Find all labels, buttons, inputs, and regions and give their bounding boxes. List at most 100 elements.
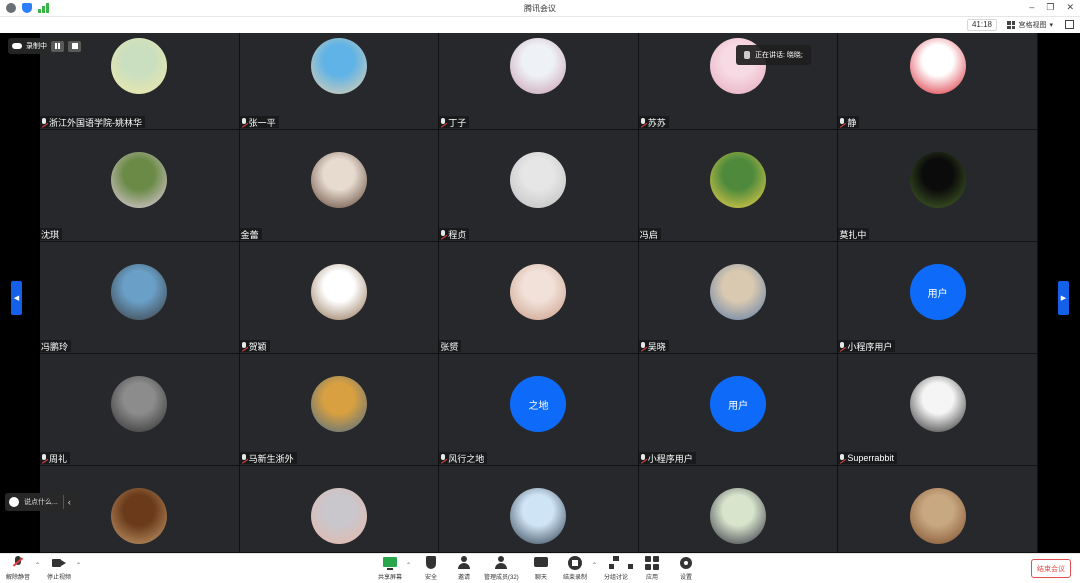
participant-name: 丁子 bbox=[448, 117, 467, 128]
participant-nameplate: Superrabbit bbox=[838, 452, 897, 464]
avatar bbox=[310, 488, 367, 544]
participant-tile[interactable]: 马新生浙外 bbox=[239, 354, 440, 466]
next-page-button[interactable]: ▶ bbox=[1058, 281, 1069, 315]
participant-tile[interactable]: 金蕾 bbox=[239, 130, 440, 242]
quick-chat-box[interactable]: 说点什么... ‹ bbox=[5, 493, 79, 511]
chat-button[interactable]: 聊天 bbox=[534, 556, 548, 581]
apps-button[interactable]: 应用 bbox=[645, 556, 659, 581]
avatar bbox=[111, 264, 168, 320]
microphone-muted-icon bbox=[440, 117, 447, 127]
participant-tile[interactable]: 沈琪 bbox=[40, 130, 240, 242]
participant-tile[interactable]: 静 bbox=[838, 33, 1038, 130]
avatar bbox=[909, 376, 966, 432]
restore-icon[interactable]: ❐ bbox=[1046, 2, 1054, 13]
avatar-text: 用户 bbox=[710, 376, 767, 432]
participant-tile[interactable] bbox=[239, 466, 440, 553]
breakout-icon bbox=[609, 556, 633, 570]
fullscreen-icon[interactable] bbox=[1065, 20, 1074, 29]
security-button[interactable]: 安全 bbox=[424, 556, 438, 581]
share-screen-button[interactable]: 共享屏幕 bbox=[378, 556, 402, 581]
microphone-icon bbox=[744, 51, 750, 59]
chevron-right-icon: ▶ bbox=[1060, 295, 1067, 302]
participant-nameplate: 张赟 bbox=[439, 340, 462, 352]
chevron-down-icon: ▾ bbox=[1049, 22, 1053, 29]
participant-tile[interactable]: 莫扎中 bbox=[838, 130, 1038, 242]
participant-tile[interactable]: 贺颖 bbox=[239, 242, 440, 354]
participant-tile[interactable]: 用户 小程序用户 bbox=[838, 242, 1038, 354]
microphone-muted-icon bbox=[241, 117, 248, 127]
end-meeting-button[interactable]: 结束会议 bbox=[1031, 559, 1071, 578]
participant-name: 沈琪 bbox=[41, 229, 60, 240]
participant-tile[interactable]: 张一平 bbox=[239, 33, 440, 130]
view-mode-label: 宫格视图 bbox=[1018, 22, 1047, 29]
breakout-rooms-button[interactable]: 分组讨论 bbox=[604, 556, 633, 581]
gear-icon bbox=[679, 556, 693, 570]
avatar bbox=[710, 264, 767, 320]
chat-label: 聊天 bbox=[534, 575, 547, 581]
participant-tile[interactable] bbox=[638, 466, 839, 553]
participant-nameplate: 沈琪 bbox=[40, 228, 63, 240]
members-icon bbox=[494, 556, 508, 570]
pause-recording-button[interactable] bbox=[51, 40, 64, 52]
recording-label: 录制中 bbox=[26, 43, 47, 50]
avatar bbox=[909, 488, 966, 544]
invite-button[interactable]: 邀请 bbox=[457, 556, 471, 581]
participant-tile[interactable]: 用户小程序用户 bbox=[638, 354, 839, 466]
participant-tile[interactable]: 丁子 bbox=[439, 33, 639, 130]
participant-name: 贺颖 bbox=[248, 341, 267, 352]
participant-name: 吴晓 bbox=[647, 341, 666, 352]
emoji-icon[interactable] bbox=[9, 497, 19, 507]
participant-tile[interactable]: Superrabbit bbox=[838, 354, 1038, 466]
share-options-caret[interactable]: ⌃ bbox=[406, 562, 411, 569]
stop-recording-button[interactable] bbox=[68, 40, 81, 52]
video-stage: 浙江外国语学院-姚林华 张一平 丁子 苏苏静沈琪 金蕾 程贞 冯启 莫扎中 冯鹏玲 贺颖 张赟 吴晓用… bbox=[0, 33, 1080, 553]
collapse-chat-button[interactable]: ‹ bbox=[62, 495, 75, 509]
participant-name: 张一平 bbox=[248, 117, 276, 128]
participant-tile[interactable] bbox=[838, 466, 1038, 553]
avatar bbox=[909, 152, 966, 208]
audio-options-caret[interactable]: ⌃ bbox=[35, 562, 40, 569]
title-bar: 腾讯会议 – ❐ ✕ bbox=[0, 0, 1080, 17]
apps-icon bbox=[645, 556, 659, 570]
pause-icon bbox=[55, 43, 60, 49]
manage-members-button[interactable]: 管理成员(32) bbox=[484, 556, 519, 581]
participant-tile[interactable]: 冯启 bbox=[638, 130, 839, 242]
participant-tile[interactable]: 程贞 bbox=[439, 130, 639, 242]
unmute-button[interactable]: 解除静音 bbox=[6, 556, 30, 581]
participant-nameplate: 周礼 bbox=[40, 452, 71, 464]
microphone-muted-icon bbox=[640, 117, 647, 127]
end-recording-button[interactable]: 结束录制 bbox=[563, 556, 587, 581]
participant-nameplate: 程贞 bbox=[439, 228, 470, 240]
participant-name: 苏苏 bbox=[647, 117, 666, 128]
participant-tile[interactable]: 冯鹏玲 bbox=[40, 242, 240, 354]
view-mode-button[interactable]: 宫格视图 ▾ bbox=[1004, 19, 1056, 31]
microphone-muted-icon bbox=[640, 341, 647, 351]
microphone-muted-icon bbox=[41, 117, 48, 127]
security-label: 安全 bbox=[424, 575, 437, 581]
previous-page-button[interactable]: ◀ bbox=[11, 281, 22, 315]
minimize-icon[interactable]: – bbox=[1029, 2, 1034, 13]
microphone-muted-icon bbox=[440, 229, 447, 239]
stop-icon bbox=[71, 43, 78, 49]
chat-icon bbox=[534, 556, 548, 570]
stop-video-button[interactable]: 停止视频 bbox=[47, 556, 71, 581]
participant-nameplate: 马新生浙外 bbox=[239, 452, 297, 464]
participant-name: Superrabbit bbox=[847, 453, 894, 463]
close-icon[interactable]: ✕ bbox=[1066, 2, 1074, 13]
video-options-caret[interactable]: ⌃ bbox=[76, 562, 81, 569]
invite-user-icon bbox=[457, 556, 471, 570]
participant-tile[interactable]: 张赟 bbox=[439, 242, 639, 354]
participant-name: 冯启 bbox=[639, 229, 658, 240]
microphone-muted-icon bbox=[839, 117, 846, 127]
record-icon bbox=[568, 556, 582, 570]
participant-tile[interactable]: 周礼 bbox=[40, 354, 240, 466]
participant-nameplate: 金蕾 bbox=[239, 228, 262, 240]
participant-tile[interactable] bbox=[439, 466, 639, 553]
participant-tile[interactable]: 之地 风行之地 bbox=[439, 354, 639, 466]
settings-button[interactable]: 设置 bbox=[679, 556, 693, 581]
participant-name: 马新生浙外 bbox=[248, 453, 294, 464]
participant-tile[interactable]: 吴晓 bbox=[638, 242, 839, 354]
invite-label: 邀请 bbox=[457, 575, 470, 581]
participant-nameplate: 小程序用户 bbox=[638, 452, 696, 464]
recording-options-caret[interactable]: ⌃ bbox=[592, 562, 597, 569]
